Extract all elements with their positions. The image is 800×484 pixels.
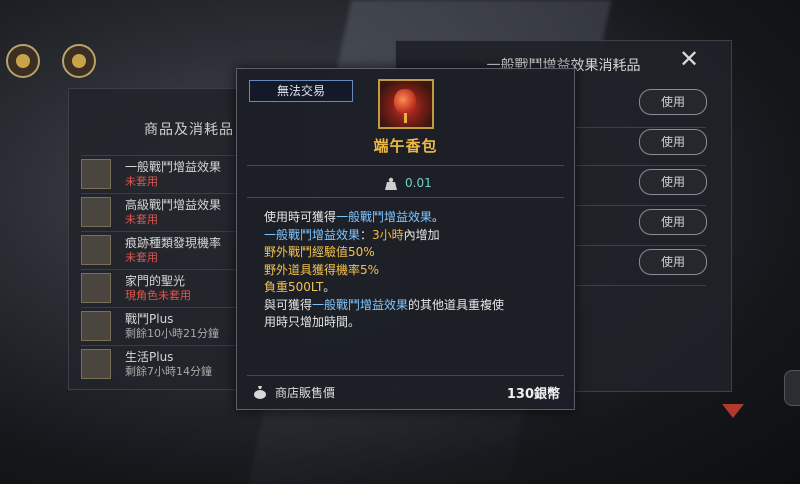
description-segment: 用時只增加時間。 bbox=[264, 315, 361, 329]
hud-compass-icon[interactable] bbox=[62, 44, 96, 78]
shop-price-row: 商店販售價 130銀幣 bbox=[237, 377, 574, 407]
list-item-status: 未套用 bbox=[125, 251, 158, 264]
list-item-status: 剩餘10小時21分鐘 bbox=[125, 327, 219, 340]
description-segment: 一般戰鬥增益效果 bbox=[312, 297, 409, 312]
close-icon[interactable]: ✕ bbox=[679, 47, 699, 71]
description-line: 野外道具獲得機率5% bbox=[264, 262, 559, 280]
incense-pouch-icon bbox=[378, 79, 434, 129]
list-item-status: 未套用 bbox=[125, 213, 158, 226]
description-line: 用時只增加時間。 bbox=[264, 314, 559, 332]
buff-thumb-icon bbox=[81, 311, 111, 341]
description-segment: 的其他道具重複使 bbox=[408, 297, 505, 312]
buff-thumb-icon bbox=[81, 273, 111, 303]
description-segment: 一般戰鬥增益效果 bbox=[336, 210, 433, 224]
description-segment: 。 bbox=[323, 280, 336, 294]
description-line: 野外戰鬥經驗值50% bbox=[264, 244, 559, 262]
list-item-status: 剩餘7小時14分鐘 bbox=[125, 365, 212, 378]
item-weight: 0.01 bbox=[405, 176, 432, 190]
description-segment: 內增加 bbox=[403, 227, 440, 242]
chevron-down-icon[interactable] bbox=[722, 404, 744, 418]
buff-thumb-icon bbox=[81, 235, 111, 265]
money-bag-icon bbox=[254, 386, 266, 399]
divider bbox=[247, 165, 564, 166]
item-description: 使用時可獲得一般戰鬥增益效果。 一般戰鬥增益效果：3小時內增加 野外戰鬥經驗值50%… bbox=[264, 209, 559, 332]
description-segment: 使用時可獲得 bbox=[264, 210, 337, 224]
divider bbox=[247, 197, 564, 198]
list-item-status: 現角色未套用 bbox=[125, 289, 191, 302]
description-line: 使用時可獲得一般戰鬥增益效果。 bbox=[264, 209, 559, 227]
weight-icon bbox=[385, 177, 397, 190]
untradeable-badge: 無法交易 bbox=[249, 80, 353, 102]
use-button[interactable]: 使用 bbox=[639, 129, 707, 155]
description-segment: 野外戰鬥經驗值50% bbox=[264, 245, 375, 259]
hud-buff-icon[interactable] bbox=[6, 44, 40, 78]
description-segment: 與可獲得 bbox=[264, 297, 313, 312]
shop-price-label: 商店販售價 bbox=[275, 386, 336, 400]
buff-thumb-icon bbox=[81, 159, 111, 189]
description-line: 負重500LT。 bbox=[264, 279, 559, 297]
use-button[interactable]: 使用 bbox=[639, 89, 707, 115]
description-segment: ： bbox=[360, 227, 373, 242]
description-line: 一般戰鬥增益效果：3小時內增加 bbox=[264, 227, 559, 245]
description-segment: 。 bbox=[432, 210, 445, 224]
use-button[interactable]: 使用 bbox=[639, 209, 707, 235]
item-name: 端午香包 bbox=[373, 137, 438, 155]
use-button[interactable]: 使用 bbox=[639, 169, 707, 195]
shop-price-value: 130銀幣 bbox=[506, 387, 560, 402]
buff-thumb-icon bbox=[81, 349, 111, 379]
description-segment: 3小時 bbox=[372, 227, 404, 242]
side-expand-handle[interactable] bbox=[784, 370, 800, 406]
use-button[interactable]: 使用 bbox=[639, 249, 707, 275]
item-tooltip: 無法交易 端午香包 0.01 使用時可獲得一般戰鬥增益效果。 一般戰鬥增益效果：3… bbox=[236, 68, 575, 410]
description-segment: 一般戰鬥增益效果 bbox=[264, 227, 361, 242]
description-segment: 負重500LT bbox=[264, 280, 324, 294]
description-line: 與可獲得一般戰鬥增益效果的其他道具重複使 bbox=[264, 297, 559, 315]
buff-thumb-icon bbox=[81, 197, 111, 227]
description-segment: 野外道具獲得機率5% bbox=[264, 262, 380, 277]
divider bbox=[247, 375, 564, 376]
list-item-status: 未套用 bbox=[125, 175, 158, 188]
